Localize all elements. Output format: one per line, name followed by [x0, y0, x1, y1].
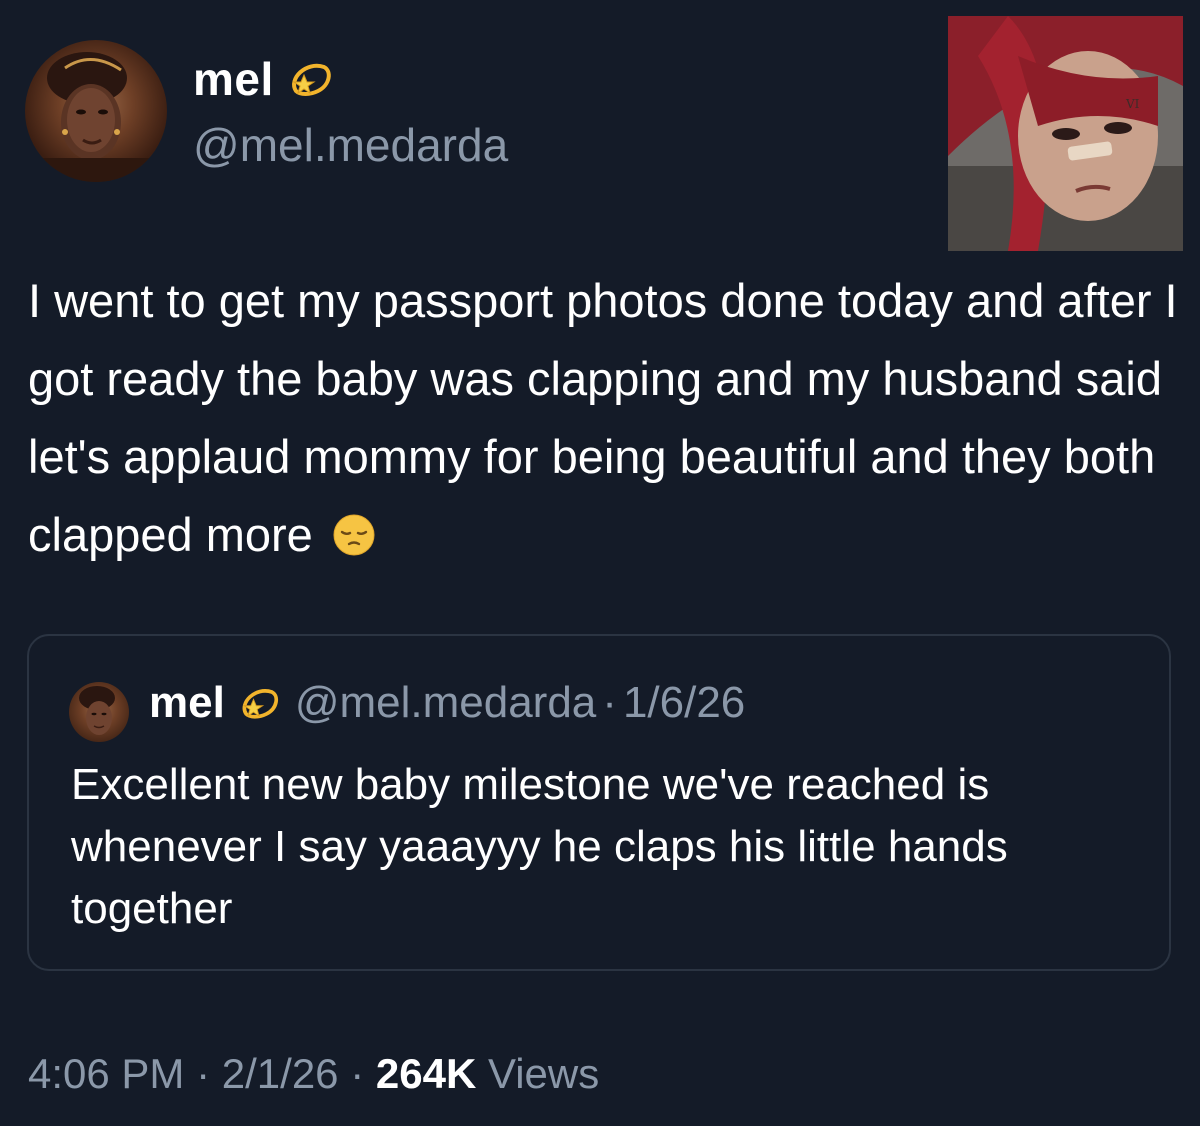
views-label: Views — [487, 1050, 600, 1097]
quoted-post-date[interactable]: 1/6/26 — [623, 678, 745, 728]
quoted-author-name[interactable]: mel — [149, 678, 225, 728]
author-avatar[interactable] — [25, 40, 167, 182]
quoted-post-card[interactable]: mel @mel.medarda · 1/6/26 Excellent new … — [27, 634, 1171, 971]
dizzy-star-emoji-icon — [242, 689, 278, 719]
post-body: I went to get my passport photos done to… — [28, 262, 1188, 574]
pensive-face-emoji-icon — [333, 514, 375, 556]
separator-dot: · — [602, 678, 617, 727]
separator-dot: · — [350, 1050, 365, 1097]
author-handle[interactable]: @mel.medarda — [193, 118, 508, 172]
views-count[interactable]: 264K — [376, 1050, 476, 1097]
author-name-row[interactable]: mel — [193, 52, 334, 106]
quoted-post-header: mel @mel.medarda · 1/6/26 — [149, 678, 745, 728]
dizzy-star-emoji-icon — [291, 63, 331, 96]
quoted-author-handle[interactable]: @mel.medarda — [295, 678, 596, 728]
post-text: I went to get my passport photos done to… — [28, 274, 1178, 561]
separator-dot: · — [196, 1050, 211, 1097]
attached-illustration-image[interactable]: VI — [948, 16, 1183, 251]
post-time[interactable]: 4:06 PM — [28, 1050, 184, 1097]
svg-text:VI: VI — [1125, 97, 1140, 111]
avatar-portrait-image — [25, 52, 167, 182]
post-date[interactable]: 2/1/26 — [222, 1050, 339, 1097]
post-meta: 4:06 PM · 2/1/26 · 264K Views — [28, 1050, 599, 1098]
character-portrait-image: VI — [948, 16, 1183, 251]
avatar-portrait-image — [79, 686, 115, 735]
quoted-author-avatar[interactable] — [69, 682, 129, 742]
author-name[interactable]: mel — [193, 52, 274, 106]
quoted-post-text: Excellent new baby milestone we've reach… — [71, 760, 1008, 933]
